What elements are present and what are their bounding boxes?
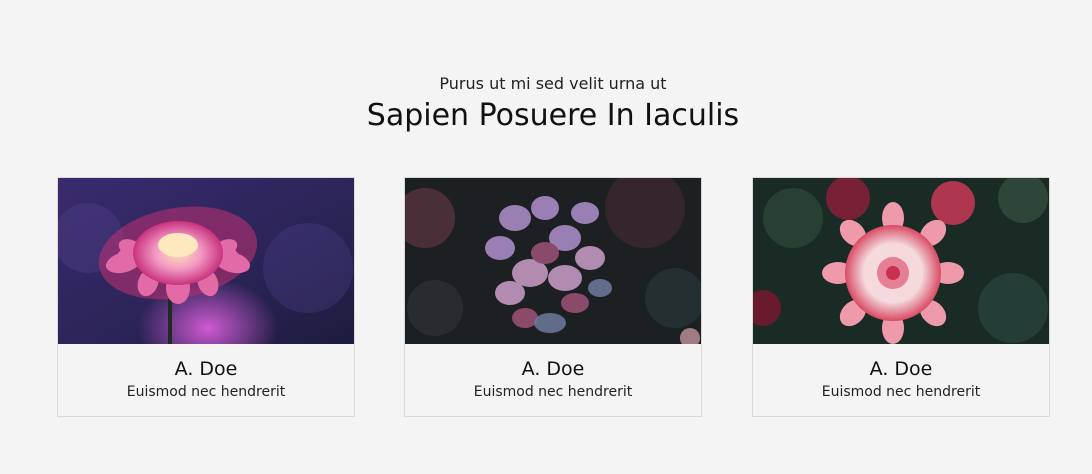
section-title: Sapien Posuere In Iaculis: [366, 98, 740, 133]
team-section: Purus ut mi sed velit urna ut Sapien Pos…: [0, 0, 1092, 474]
team-cards: A. Doe Euismod nec hendrerit A. Doe Euis…: [57, 177, 1051, 417]
purple-hydrangea-photo: [405, 178, 701, 344]
card-name: A. Doe: [521, 358, 585, 380]
card-name: A. Doe: [174, 358, 238, 380]
team-card: A. Doe Euismod nec hendrerit: [57, 177, 355, 417]
section-eyebrow: Purus ut mi sed velit urna ut: [439, 74, 667, 93]
team-card: A. Doe Euismod nec hendrerit: [404, 177, 702, 417]
red-white-dahlia-photo: [753, 178, 1049, 344]
card-name: A. Doe: [869, 358, 933, 380]
card-role: Euismod nec hendrerit: [126, 384, 286, 400]
team-card: A. Doe Euismod nec hendrerit: [752, 177, 1050, 417]
card-role: Euismod nec hendrerit: [821, 384, 981, 400]
card-role: Euismod nec hendrerit: [473, 384, 633, 400]
pink-dahlia-photo: [58, 178, 354, 344]
